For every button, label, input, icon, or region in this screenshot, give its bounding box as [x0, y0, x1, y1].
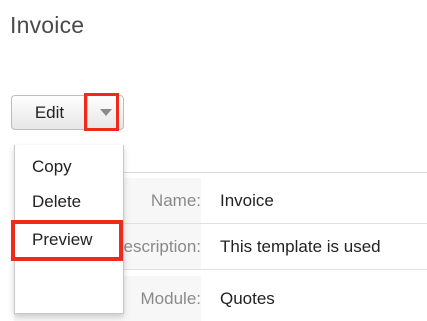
edit-button[interactable]: Edit	[12, 96, 88, 129]
highlight-box-preview	[11, 220, 123, 261]
detail-value-module: Quotes	[220, 288, 275, 308]
highlight-box-dropdown	[84, 93, 119, 131]
page-title: Invoice	[10, 12, 85, 38]
detail-label-module: Module:	[140, 288, 201, 308]
detail-label-name: Name:	[150, 190, 201, 210]
detail-value-name: Invoice	[220, 190, 274, 210]
detail-value-description: This template is used	[220, 236, 381, 256]
detail-label-description: Description:	[111, 236, 201, 256]
menu-item-copy[interactable]: Copy	[15, 152, 123, 182]
menu-item-delete[interactable]: Delete	[15, 187, 123, 217]
